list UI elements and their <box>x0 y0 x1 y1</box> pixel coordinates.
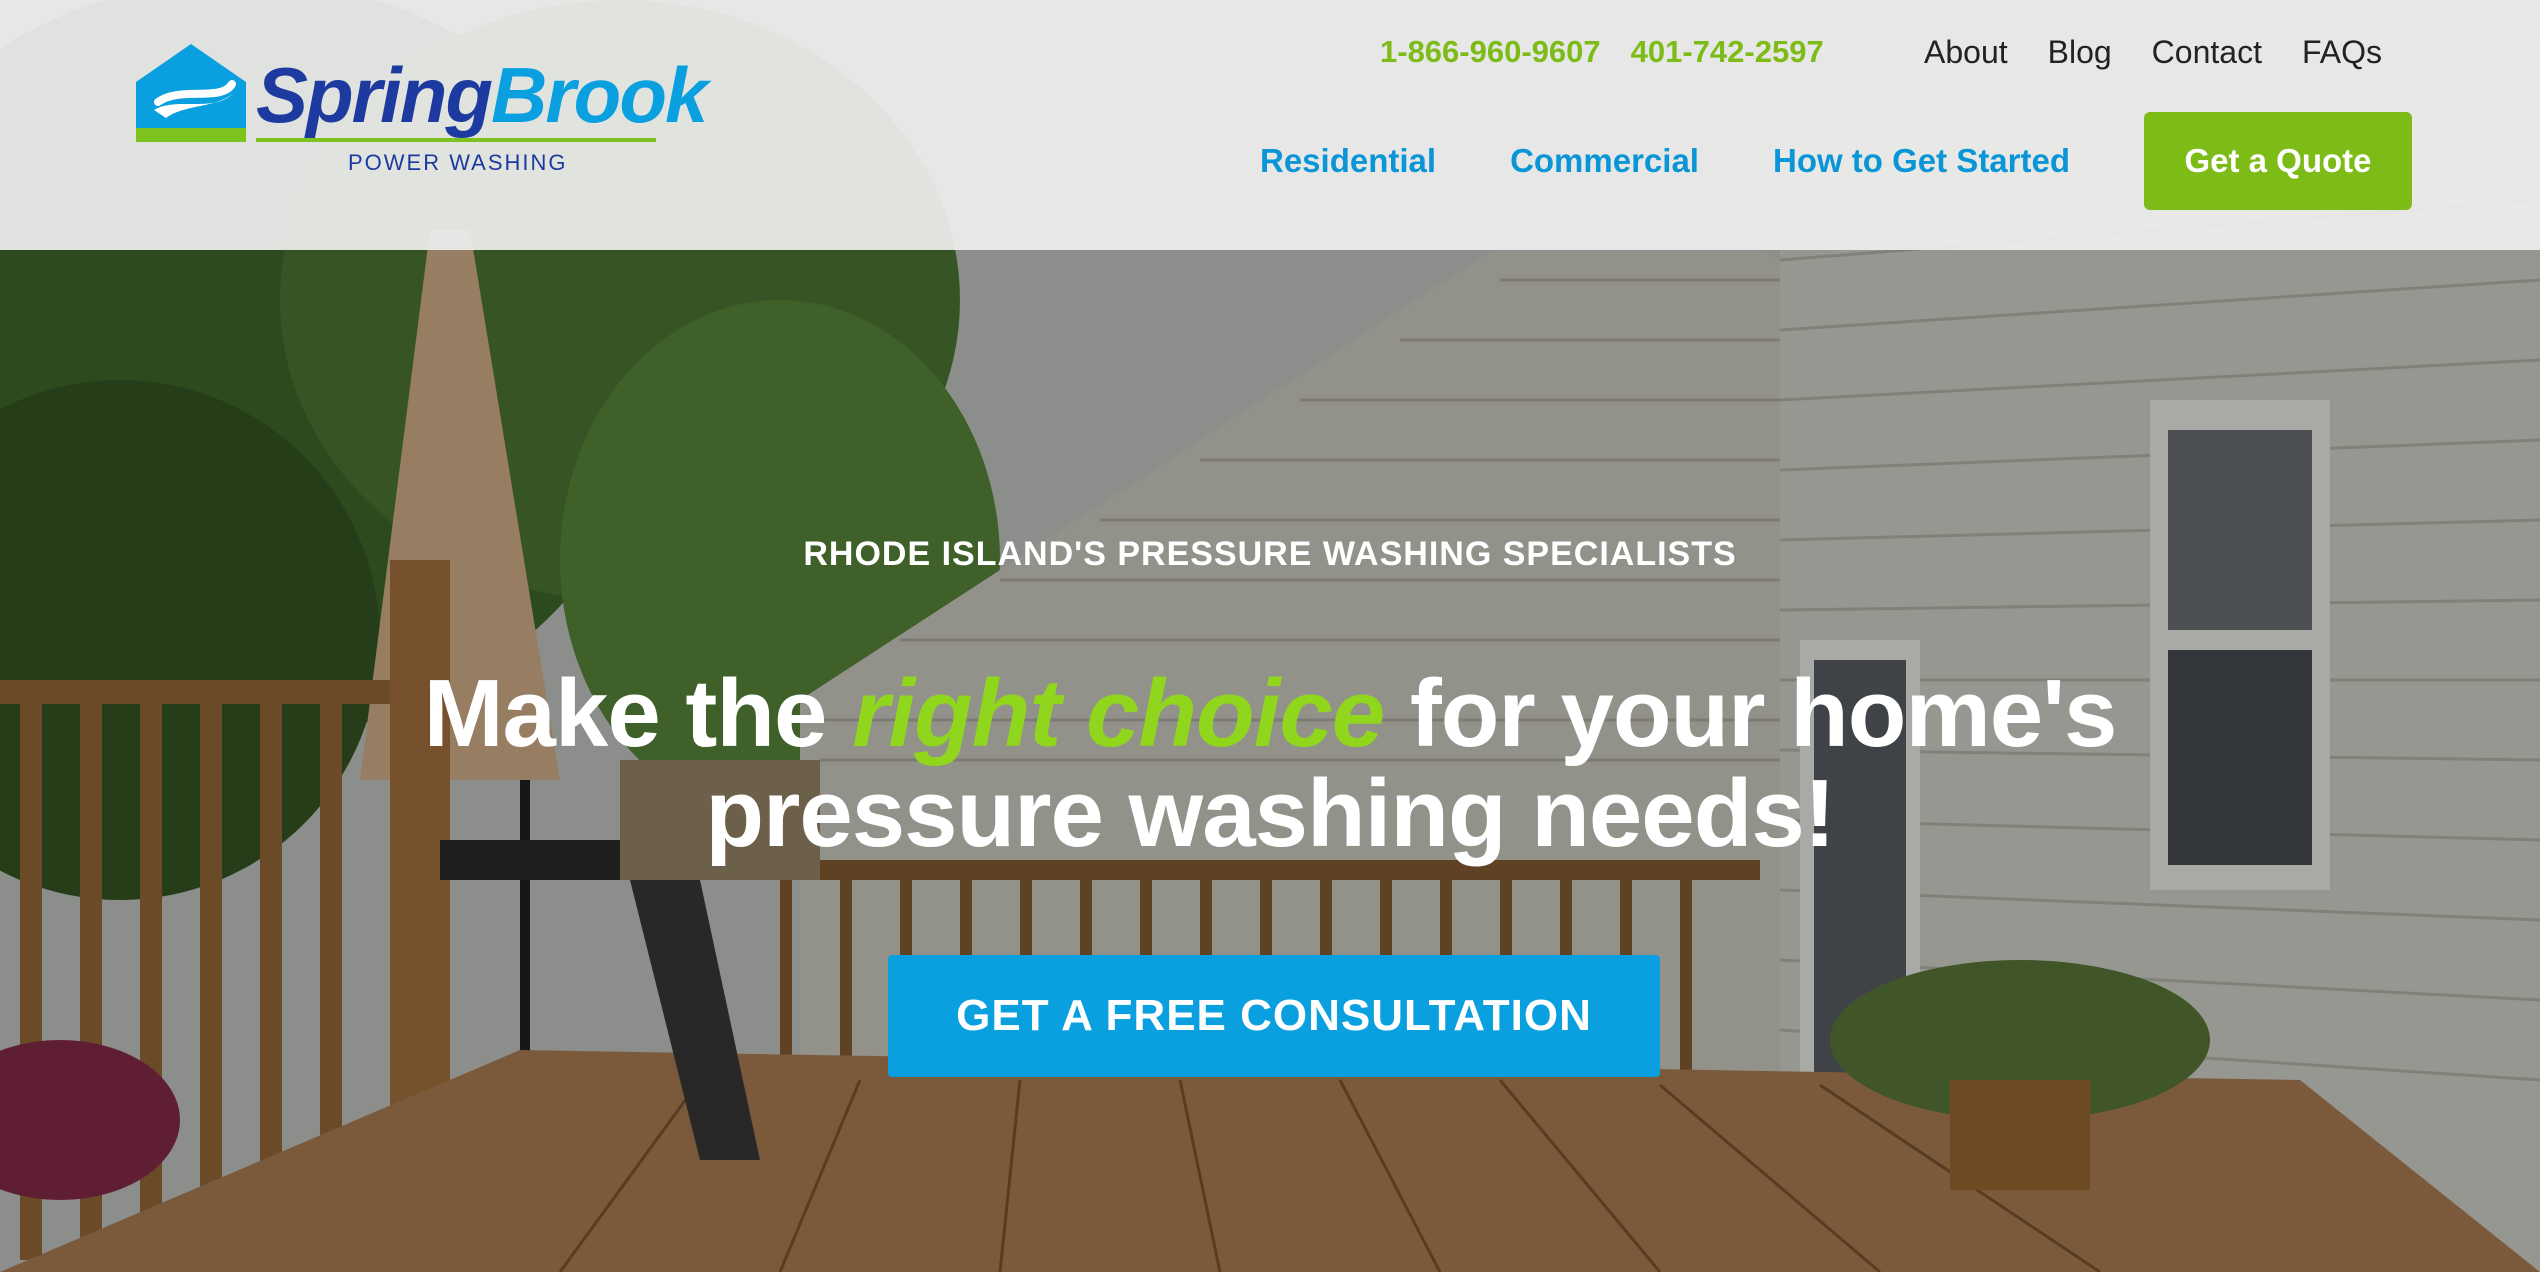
nav-link-residential[interactable]: Residential <box>1260 142 1436 180</box>
logo-word-spring: Spring <box>256 51 493 139</box>
headline-part-1: Make the <box>423 660 853 767</box>
nav-link-faqs[interactable]: FAQs <box>2302 34 2382 71</box>
get-a-quote-button[interactable]: Get a Quote <box>2144 112 2412 210</box>
nav-link-commercial[interactable]: Commercial <box>1510 142 1699 180</box>
site-header: SpringBrook POWER WASHING 1-866-960-9607… <box>0 0 2540 250</box>
logo[interactable]: SpringBrook POWER WASHING <box>136 44 708 180</box>
hero-headline: Make the right choice for your home's pr… <box>0 664 2540 864</box>
utility-nav: About Blog Contact FAQs <box>1924 34 2382 71</box>
main-nav: Residential Commercial How to Get Starte… <box>1260 142 2070 180</box>
nav-link-how-to-get-started[interactable]: How to Get Started <box>1773 142 2070 180</box>
logo-tagline: POWER WASHING <box>348 150 568 175</box>
headline-accent: right choice <box>852 660 1385 767</box>
phone-link-tollfree[interactable]: 1-866-960-9607 <box>1380 34 1601 70</box>
nav-link-contact[interactable]: Contact <box>2152 34 2262 71</box>
logo-word-brook: Brook <box>491 51 708 139</box>
house-logo-icon <box>136 44 246 142</box>
hero-eyebrow: RHODE ISLAND'S PRESSURE WASHING SPECIALI… <box>803 535 1737 573</box>
logo-wordmark: SpringBrook <box>256 56 708 134</box>
phone-link-local[interactable]: 401-742-2597 <box>1631 34 1824 70</box>
headline-part-2: for your home's <box>1384 660 2118 767</box>
nav-link-about[interactable]: About <box>1924 34 2008 71</box>
headline-line-2: pressure washing needs! <box>705 760 1835 867</box>
logo-underline <box>256 138 656 142</box>
nav-link-blog[interactable]: Blog <box>2048 34 2112 71</box>
phone-numbers: 1-866-960-9607 401-742-2597 <box>1380 34 1824 70</box>
free-consultation-button[interactable]: GET A FREE CONSULTATION <box>888 955 1660 1077</box>
